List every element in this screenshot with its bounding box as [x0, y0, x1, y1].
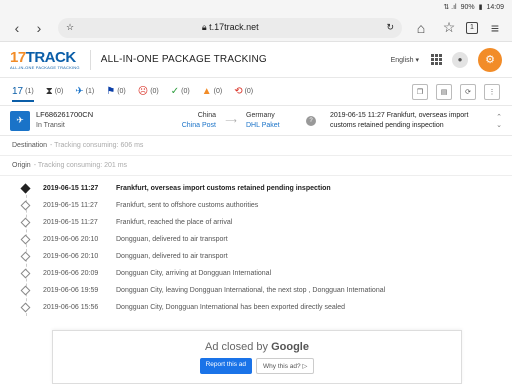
- origin-carrier-link[interactable]: China Post: [146, 121, 216, 131]
- bookmark-star-icon[interactable]: ☆: [66, 22, 74, 33]
- warning-icon: ▲: [201, 86, 212, 97]
- timeline-dot-icon: [20, 302, 31, 313]
- timeline-dot-icon: [20, 268, 31, 279]
- why-this-ad-button[interactable]: Why this ad? ▷: [256, 357, 315, 374]
- lock-icon: 🔒︎: [201, 22, 207, 32]
- home-icon[interactable]: ⌂: [410, 17, 432, 39]
- signal-icon: ⇅ .ıl: [443, 4, 457, 11]
- timeline-event: 2019-06-06 20:10 Dongguan, delivered to a…: [20, 231, 512, 248]
- origin-country: China: [197, 111, 216, 119]
- forward-icon[interactable]: ›: [28, 17, 50, 39]
- destination-section: Destination - Tracking consuming: 606 ms: [0, 136, 512, 156]
- battery-level: 90%: [460, 3, 475, 11]
- filter-pick-up[interactable]: ⚑ (0): [106, 86, 126, 97]
- timeline-event: 2019-06-06 20:10 Dongguan, delivered to a…: [20, 248, 512, 265]
- header-divider: [89, 49, 91, 70]
- user-account-icon[interactable]: ●: [452, 51, 468, 68]
- browser-toolbar: ‹ › ☆ 🔒︎ t.17track.net ↻ ⌂ ☆ 1 ≡: [0, 14, 512, 42]
- address-bar[interactable]: ☆ 🔒︎ t.17track.net ↻: [58, 17, 402, 38]
- ad-closed-text: Ad closed by Google: [205, 340, 309, 353]
- filter-alert[interactable]: ▲ (0): [202, 86, 222, 97]
- reload-icon[interactable]: ↻: [386, 22, 394, 33]
- filter-all[interactable]: 17 (1): [12, 86, 34, 102]
- copy-icon[interactable]: ❐: [412, 83, 428, 100]
- track-action-icon[interactable]: ⚙: [478, 47, 502, 72]
- timeline-dot-icon: [20, 251, 31, 262]
- destination-carrier-link[interactable]: DHL Paket: [246, 121, 306, 131]
- timeline-dot-icon: [20, 285, 31, 296]
- device-status-bar: ⇅ .ıl 90% ▮ 14:09: [0, 0, 512, 14]
- tracking-number: LF686261700CN: [36, 110, 94, 120]
- site-header: 17TRACK ALL-IN-ONE PACKAGE TRACKING ALL-…: [0, 42, 512, 78]
- back-icon[interactable]: ‹: [6, 17, 28, 39]
- timeline-event: 2019-06-06 19:59 Dongguan City, leaving D…: [20, 282, 512, 299]
- report-ad-button[interactable]: Report this ad: [199, 357, 253, 374]
- filter-in-transit[interactable]: ✈ (1): [75, 86, 94, 97]
- origin-section: Origin - Tracking consuming: 201 ms: [0, 156, 512, 176]
- timeline-dot-icon: [20, 183, 31, 194]
- tabs-button[interactable]: 1: [466, 21, 478, 34]
- chevron-expand-icon[interactable]: ⌃ ⌄: [496, 113, 502, 129]
- history-icon: ⟲: [234, 86, 243, 97]
- package-summary-row[interactable]: ✈ LF686261700CN In Transit China China P…: [0, 106, 512, 136]
- timeline-event: 2019-06-15 11:27 Frankfurt, reached the p…: [20, 214, 512, 231]
- battery-icon: ▮: [478, 4, 483, 11]
- language-selector[interactable]: English ▾: [391, 56, 419, 64]
- filter-delivered[interactable]: ✓ (0): [171, 86, 190, 97]
- timeline-event: 2019-06-06 20:09 Dongguan City, arriving …: [20, 265, 512, 282]
- timeline-event: 2019-06-15 11:27 Frankfurt, overseas impo…: [20, 180, 512, 197]
- page-title: ALL-IN-ONE PACKAGE TRACKING: [100, 54, 267, 65]
- apps-grid-icon[interactable]: [431, 54, 442, 65]
- latest-event: 2019-06-15 11:27 Frankfurt, overseas imp…: [330, 111, 469, 129]
- menu-icon[interactable]: ≡: [484, 17, 506, 39]
- tracking-timeline: 2019-06-15 11:27 Frankfurt, overseas impo…: [0, 176, 512, 316]
- package-status: In Transit: [36, 121, 65, 129]
- filter-expired[interactable]: ⟲ (0): [234, 86, 253, 97]
- help-icon[interactable]: ?: [306, 115, 316, 126]
- refresh-icon[interactable]: ⟳: [460, 83, 476, 100]
- timeline-dot-icon: [20, 200, 31, 211]
- timeline-dot-icon: [20, 217, 31, 228]
- check-icon: ✓: [170, 86, 180, 97]
- ad-closed-banner: Ad closed by Google Report this ad Why t…: [52, 330, 462, 384]
- url-text: 🔒︎ t.17track.net: [201, 22, 259, 32]
- filter-undelivered[interactable]: ☹ (0): [138, 86, 159, 97]
- destination-country: Germany: [246, 111, 275, 119]
- clock: 14:09: [486, 3, 504, 11]
- route-arrow-icon: ⟶: [225, 116, 237, 125]
- flag-icon: ⚑: [106, 86, 116, 97]
- favorite-add-icon[interactable]: ☆: [438, 17, 460, 39]
- hourglass-icon: ⧗: [45, 86, 53, 97]
- status-filter-bar: 17 (1) ⧗ (0) ✈ (1) ⚑ (0) ☹ (0) ✓ (0) ▲ (0) ⟲ (0)…: [0, 78, 512, 106]
- 17track-logo[interactable]: 17TRACK ALL-IN-ONE PACKAGE TRACKING: [10, 50, 80, 70]
- airplane-icon: ✈: [10, 110, 30, 131]
- airplane-icon: ✈: [75, 86, 84, 97]
- more-icon[interactable]: ⋮: [484, 83, 500, 100]
- sad-face-icon: ☹: [137, 86, 149, 97]
- filter-not-found[interactable]: ⧗ (0): [46, 86, 64, 97]
- timeline-dot-icon: [20, 234, 31, 245]
- timeline-event: 2019-06-15 11:27 Frankfurt, sent to offsh…: [20, 197, 512, 214]
- timeline-event: 2019-06-06 15:56 Dongguan City, Dongguan …: [20, 299, 512, 316]
- export-icon[interactable]: ▤: [436, 83, 452, 100]
